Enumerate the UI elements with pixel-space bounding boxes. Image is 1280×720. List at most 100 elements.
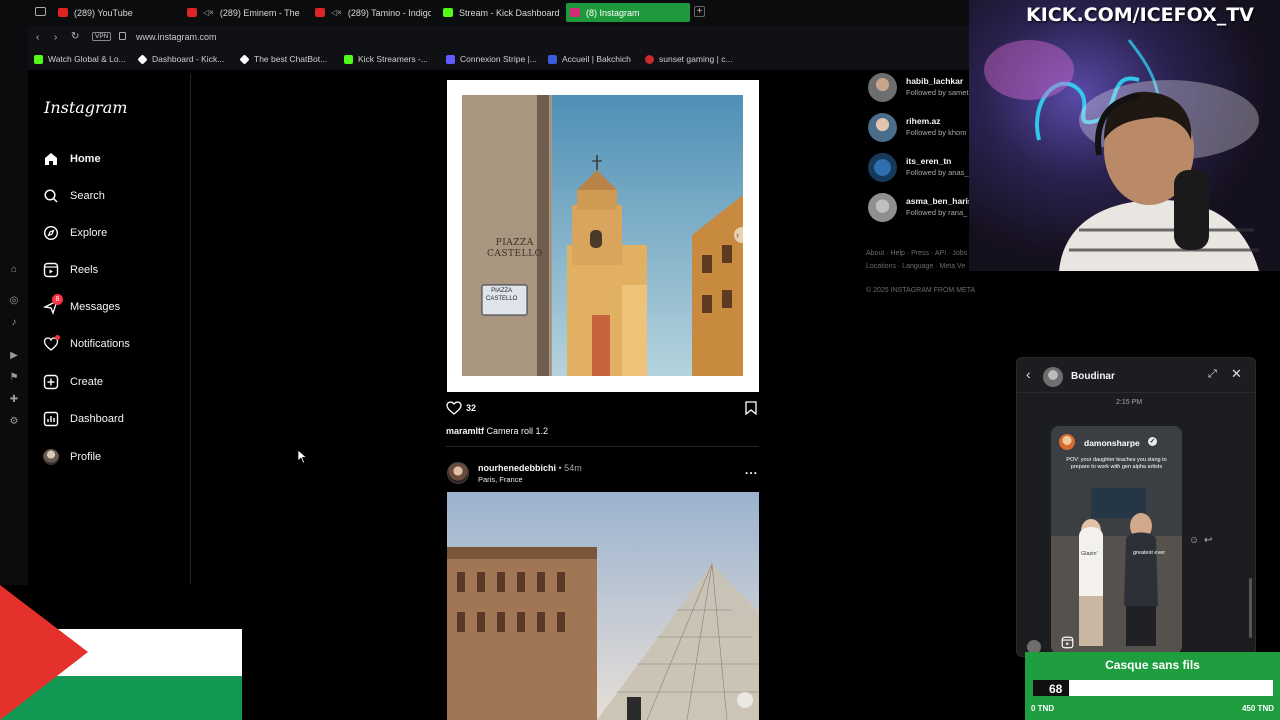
bookmark-label: Connexion Stripe |... (460, 54, 537, 64)
suggestion-username[interactable]: asma_ben_haris (906, 196, 973, 206)
instagram-logo[interactable]: Instagram (44, 98, 127, 117)
nav-dashboard[interactable]: Dashboard (43, 408, 124, 430)
post-location[interactable]: Paris, France (478, 475, 523, 484)
nav-explore[interactable]: Explore (43, 222, 107, 244)
player-icon[interactable]: ▶ (8, 350, 20, 362)
avatar[interactable] (868, 73, 897, 102)
youtube-icon (187, 8, 197, 17)
reply-icon[interactable]: ↩ (1204, 535, 1212, 546)
expand-icon[interactable]: ⤢ (1208, 368, 1217, 381)
goal-current-value: 68 (1049, 682, 1063, 696)
bookmark-item[interactable]: Accueil | Bakchich (548, 54, 631, 64)
nav-label: Profile (70, 451, 102, 463)
tab-label: (289) YouTube (74, 7, 133, 18)
nav-label: Search (70, 190, 105, 202)
caption-username[interactable]: maramltf (446, 426, 484, 436)
url-field[interactable]: www.instagram.com (136, 32, 217, 42)
mute-icon[interactable]: ◁× (331, 8, 342, 17)
avatar[interactable] (868, 153, 897, 182)
diamond-icon (239, 53, 250, 65)
tab-eminem[interactable]: ◁× (289) Eminem - The F (183, 3, 303, 22)
avatar[interactable] (868, 193, 897, 222)
vpn-badge[interactable]: VPN (92, 32, 112, 41)
bookmark-item[interactable]: Connexion Stripe |... (446, 54, 537, 64)
react-emoji-icon[interactable]: ☺ (1189, 535, 1199, 546)
chat-scrollbar[interactable] (1249, 578, 1252, 638)
mouse-cursor-icon (298, 450, 308, 464)
goal-max-label: 450 TND (1241, 704, 1274, 713)
post-username[interactable]: nourhenedebbichi (478, 463, 556, 473)
tab-tamino[interactable]: ◁× (289) Tamino - Indigo (311, 3, 431, 22)
nav-search[interactable]: Search (43, 185, 105, 207)
like-count[interactable]: 32 (466, 403, 476, 413)
close-icon[interactable]: ✕ (1231, 366, 1242, 382)
footer-links[interactable]: Locations · Language · Meta Ve (866, 263, 965, 270)
forward-icon[interactable]: › (54, 32, 57, 43)
bookmark-label: Watch Global & Lo... (48, 54, 126, 64)
more-options-icon[interactable]: ... (745, 463, 758, 477)
reel-author[interactable]: damonsharpe (1084, 438, 1140, 448)
bookmark-item[interactable]: The best ChatBot... (239, 53, 328, 65)
bookmark-item[interactable]: Kick Streamers -... (344, 54, 428, 64)
avatar[interactable] (1043, 367, 1063, 387)
nav-messages[interactable]: 8 Messages (42, 294, 121, 318)
extensions-icon[interactable]: ✚ (8, 394, 20, 406)
suggestion-followed-by: Followed by rana_ (906, 208, 968, 217)
instagram-icon[interactable]: ◎ (8, 295, 20, 307)
sunset-icon (645, 54, 654, 64)
caption-text: Camera roll 1.2 (486, 426, 549, 436)
nav-label: Notifications (70, 338, 130, 350)
nav-reels[interactable]: Reels (43, 259, 98, 281)
back-icon[interactable]: ‹ (1026, 366, 1031, 382)
home-icon (45, 153, 57, 165)
bookmark-item[interactable]: Watch Global & Lo... (34, 54, 126, 64)
nav-profile[interactable]: Profile (43, 446, 101, 468)
kick-icon (34, 54, 43, 64)
reload-icon[interactable]: ↻ (71, 31, 79, 42)
new-tab-button[interactable]: + (694, 6, 705, 17)
tab-instagram[interactable]: (8) Instagram (566, 3, 690, 22)
back-icon[interactable]: ‹ (36, 32, 39, 43)
like-heart-icon[interactable] (446, 401, 462, 415)
avatar[interactable] (447, 462, 469, 484)
goal-progress-track: 68 (1033, 680, 1273, 696)
messages-badge: 8 (52, 294, 63, 305)
reels-icon (43, 262, 59, 278)
nav-notifications[interactable]: Notifications (43, 333, 130, 355)
chat-contact-name[interactable]: Boudinar (1071, 371, 1115, 382)
chat-timestamp: 2:15 PM (1116, 399, 1143, 406)
mute-icon[interactable]: ◁× (203, 8, 214, 17)
tab-youtube[interactable]: (289) YouTube (54, 3, 179, 22)
avatar[interactable] (1059, 434, 1075, 450)
workspaces-icon[interactable] (35, 7, 46, 16)
nav-label: Messages (70, 301, 121, 313)
bookmark-item[interactable]: sunset gaming | c... (645, 54, 733, 64)
tiktok-icon[interactable]: ♪ (8, 317, 20, 329)
post-photo-louvre[interactable] (447, 492, 759, 720)
goal-min-label: 0 TND (1031, 704, 1055, 713)
bookmark-save-icon[interactable] (745, 401, 757, 415)
donation-goal-widget: Casque sans fils 68 0 TND 450 TND (1025, 652, 1280, 720)
suggestion-username[interactable]: rihem.az (906, 116, 941, 126)
footer-links[interactable]: About · Help · Press · API · Jobs (866, 250, 967, 257)
youtube-icon (58, 8, 68, 17)
kick-icon (443, 8, 453, 17)
carousel-next-icon[interactable]: › (736, 230, 739, 240)
goal-title: Casque sans fils (1105, 658, 1200, 672)
bookmark-item[interactable]: Dashboard - Kick... (137, 53, 224, 65)
pin-icon[interactable]: ⚑ (8, 372, 20, 384)
webcam-overlay: KICK.COM/ICEFOX_TV (969, 0, 1280, 271)
tab-kick-dashboard[interactable]: Stream - Kick Dashboard (439, 3, 559, 22)
settings-gear-icon[interactable]: ⚙ (8, 416, 20, 428)
aria-icon[interactable]: ⌂ (8, 264, 20, 276)
suggestion-username[interactable]: habib_lachkar (906, 76, 963, 86)
shared-reel-card[interactable]: damonsharpe ✓ POV: your daughter teaches… (1051, 426, 1182, 654)
bookmark-label: The best ChatBot... (254, 54, 328, 64)
post-image-frame[interactable]: PIAZZA CASTELLO PIAZZA CASTELLO › (447, 80, 759, 392)
avatar[interactable] (868, 113, 897, 142)
suggestion-username[interactable]: its_eren_tn (906, 156, 951, 166)
nav-home[interactable]: Home (43, 148, 101, 170)
nav-create[interactable]: Create (43, 371, 103, 393)
suggestion-followed-by: Followed by samet (906, 88, 969, 97)
reel-tag: greatest ever (1133, 550, 1166, 556)
